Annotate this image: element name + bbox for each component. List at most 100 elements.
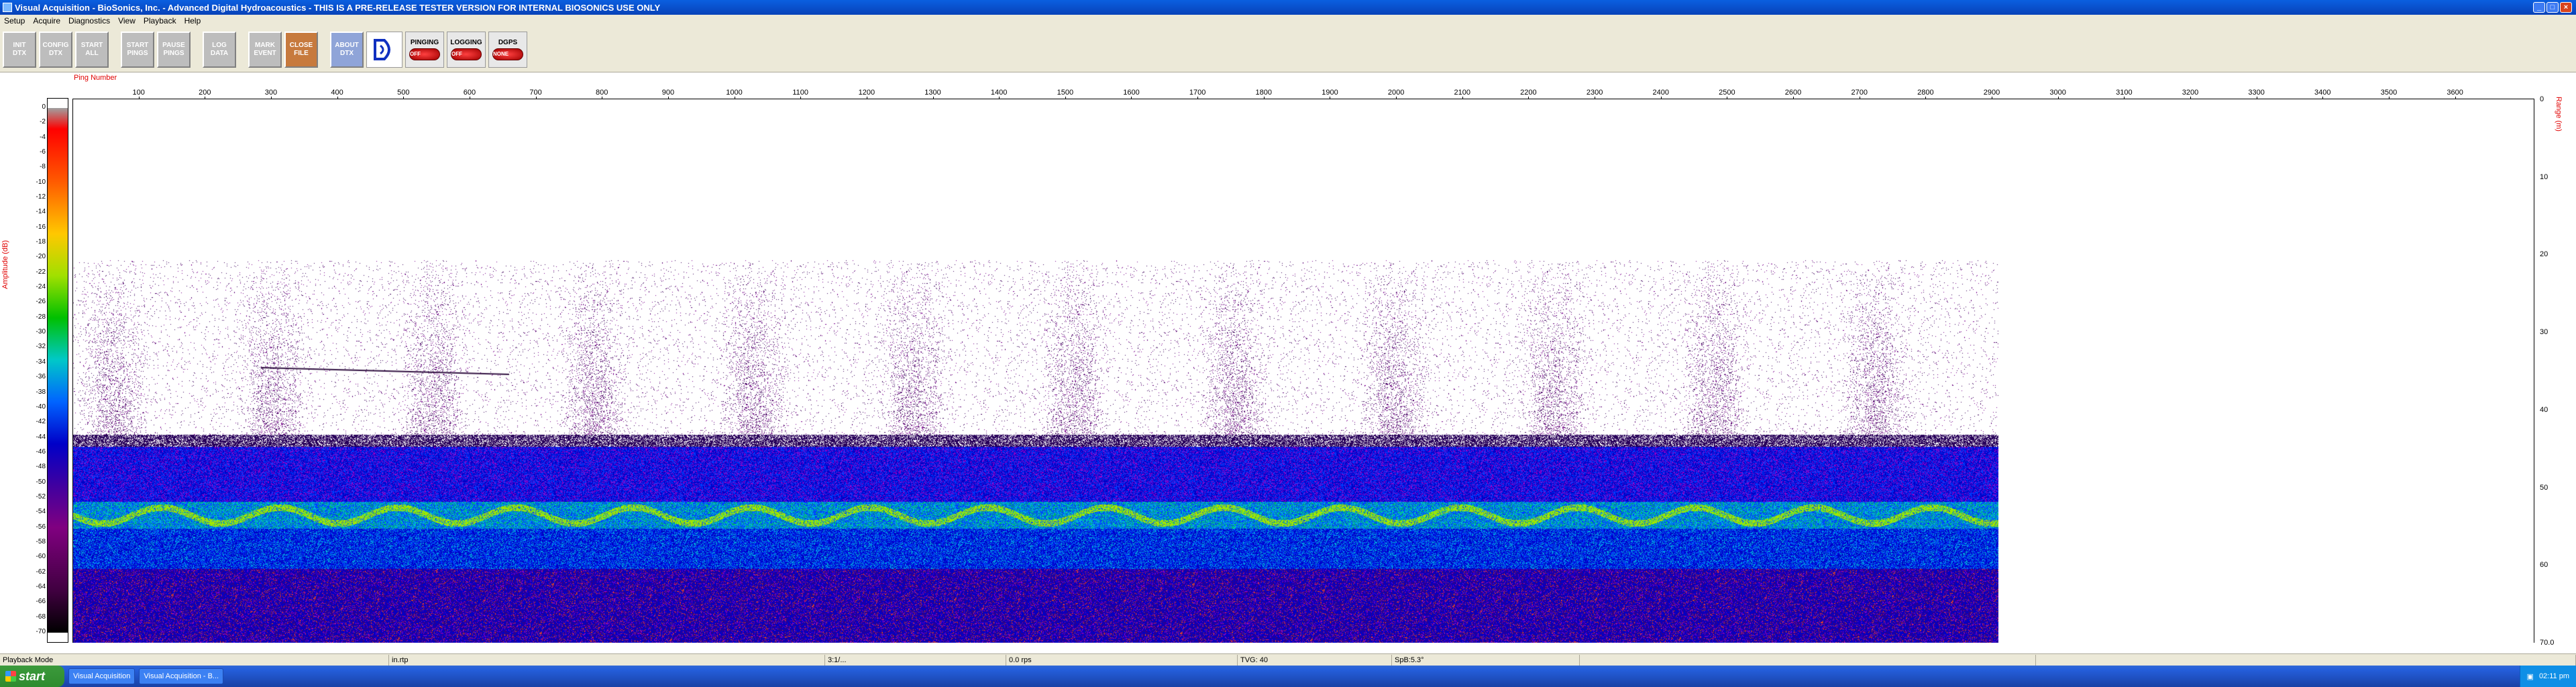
x-tick-label: 1400 xyxy=(990,89,1008,97)
pinging-led: OFF xyxy=(409,48,440,60)
ping-axis: 100 200 300 400 500 600 700 800 900 1000 1100 1200 1… xyxy=(72,83,2534,99)
amplitude-tick-label: -4 xyxy=(40,133,46,141)
network-icon[interactable]: ▣ xyxy=(2527,672,2534,681)
x-tick-label: 200 xyxy=(199,89,211,97)
x-tick-label: 2200 xyxy=(1520,89,1537,97)
amplitude-tick-label: -38 xyxy=(36,388,46,396)
range-tick-label: 0 xyxy=(2540,95,2544,103)
x-tick-label: 3000 xyxy=(2049,89,2066,97)
pause-pings-button[interactable]: PAUSE PINGS xyxy=(157,31,191,68)
x-tick-label: 1800 xyxy=(1255,89,1273,97)
toolbar: INIT DTX CONFIG DTX START ALL START PINGS PA… xyxy=(0,27,2576,72)
init-dtx-button[interactable]: INIT DTX xyxy=(3,31,36,68)
amplitude-tick-label: -62 xyxy=(36,568,46,576)
window-titlebar: Visual Acquisition - BioSonics, Inc. - A… xyxy=(0,0,2576,15)
clock: 02:11 pm xyxy=(2538,672,2569,680)
menu-acquire[interactable]: Acquire xyxy=(29,16,64,25)
taskbar-item-1[interactable]: Visual Acquisition xyxy=(68,668,136,684)
menubar: Setup Acquire Diagnostics View Playback … xyxy=(0,15,2576,27)
x-tick-label: 2600 xyxy=(1784,89,1802,97)
menu-playback[interactable]: Playback xyxy=(140,16,180,25)
close-file-button[interactable]: CLOSE FILE xyxy=(284,31,318,68)
menu-view[interactable]: View xyxy=(114,16,140,25)
x-tick-label: 2100 xyxy=(1454,89,1471,97)
range-tick-label: 70.0 xyxy=(2540,639,2555,647)
amplitude-tick-label: -44 xyxy=(36,433,46,441)
x-tick-label: 1700 xyxy=(1189,89,1206,97)
x-tick-label: 3400 xyxy=(2314,89,2331,97)
amplitude-tick-label: -68 xyxy=(36,613,46,621)
x-tick-label: 3200 xyxy=(2182,89,2199,97)
start-all-button[interactable]: START ALL xyxy=(75,31,109,68)
amplitude-tick-label: -2 xyxy=(40,118,46,126)
x-tick-label: 800 xyxy=(596,89,608,97)
x-tick-label: 1900 xyxy=(1322,89,1338,97)
x-axis-label: Ping Number xyxy=(74,74,117,82)
status-rate: 0.0 rps xyxy=(1006,654,1238,666)
maximize-button[interactable]: □ xyxy=(2546,2,2559,13)
status-mode: Playback Mode xyxy=(0,654,389,666)
minimize-button[interactable]: _ xyxy=(2533,2,2545,13)
x-tick-label: 3300 xyxy=(2248,89,2265,97)
x-tick-label: 2400 xyxy=(1652,89,1669,97)
amplitude-tick-label: -22 xyxy=(36,268,46,276)
amplitude-tick-label: -42 xyxy=(36,418,46,426)
amplitude-tick-label: -8 xyxy=(40,163,46,171)
amplitude-tick-label: -52 xyxy=(36,492,46,500)
x-tick-label: 2000 xyxy=(1387,89,1405,97)
config-dtx-button[interactable]: CONFIG DTX xyxy=(39,31,72,68)
x-tick-label: 100 xyxy=(132,89,145,97)
logging-led: OFF xyxy=(451,48,482,60)
amplitude-tick-label: -60 xyxy=(36,553,46,561)
amplitude-tick-label: -40 xyxy=(36,403,46,411)
amplitude-tick-label: -28 xyxy=(36,313,46,321)
status-counter: 3:1/... xyxy=(825,654,1006,666)
statusbar: Playback Mode in.rtp 3:1/... 0.0 rps TVG… xyxy=(0,653,2576,666)
windows-flag-icon xyxy=(5,671,16,682)
mark-event-button[interactable]: MARK EVENT xyxy=(248,31,282,68)
start-button[interactable]: start xyxy=(0,666,64,687)
amplitude-tick-label: -66 xyxy=(36,598,46,606)
x-tick-label: 3600 xyxy=(2447,89,2463,97)
close-button[interactable]: × xyxy=(2560,2,2572,13)
amplitude-tick-label: -14 xyxy=(36,208,46,216)
x-tick-label: 1100 xyxy=(792,89,809,97)
taskbar: start Visual Acquisition Visual Acquisit… xyxy=(0,666,2576,687)
x-tick-label: 1600 xyxy=(1123,89,1140,97)
x-tick-label: 2300 xyxy=(1586,89,1603,97)
range-tick-label: 30 xyxy=(2540,328,2548,337)
x-tick-label: 600 xyxy=(463,89,476,97)
amplitude-tick-label: -34 xyxy=(36,358,46,366)
x-tick-label: 500 xyxy=(397,89,410,97)
amplitude-axis-label: Amplitude (dB) xyxy=(1,240,9,289)
color-scale[interactable] xyxy=(47,98,68,643)
range-tick-label: 40 xyxy=(2540,405,2548,414)
menu-setup[interactable]: Setup xyxy=(0,16,29,25)
amplitude-tick-label: -32 xyxy=(36,343,46,351)
amplitude-tick-label: -70 xyxy=(36,628,46,635)
x-tick-label: 1500 xyxy=(1057,89,1074,97)
range-tick-label: 60 xyxy=(2540,561,2548,570)
about-dtx-button[interactable]: ABOUT DTX xyxy=(330,31,364,68)
x-tick-label: 2900 xyxy=(1983,89,2000,97)
echogram-plot[interactable] xyxy=(72,99,2534,643)
log-data-button[interactable]: LOG DATA xyxy=(203,31,236,68)
system-tray: ▣ 02:11 pm xyxy=(2519,666,2576,687)
range-tick-label: 10 xyxy=(2540,172,2548,181)
dgps-status: DGPS NONE xyxy=(488,31,527,68)
echogram-canvas[interactable] xyxy=(73,99,1998,643)
range-tick-label: 20 xyxy=(2540,250,2548,259)
menu-help[interactable]: Help xyxy=(180,16,205,25)
menu-diagnostics[interactable]: Diagnostics xyxy=(64,16,114,25)
dgps-led: NONE xyxy=(492,48,523,60)
amplitude-tick-label: 0 xyxy=(42,103,46,111)
status-empty-2 xyxy=(2036,654,2576,666)
x-tick-label: 700 xyxy=(529,89,542,97)
app-icon xyxy=(3,3,12,12)
x-tick-label: 3500 xyxy=(2380,89,2398,97)
x-tick-label: 2500 xyxy=(1719,89,1735,97)
start-pings-button[interactable]: START PINGS xyxy=(121,31,154,68)
amplitude-tick-label: -6 xyxy=(40,148,46,156)
taskbar-item-2[interactable]: Visual Acquisition - B... xyxy=(139,668,224,684)
amplitude-tick-label: -10 xyxy=(36,178,46,186)
